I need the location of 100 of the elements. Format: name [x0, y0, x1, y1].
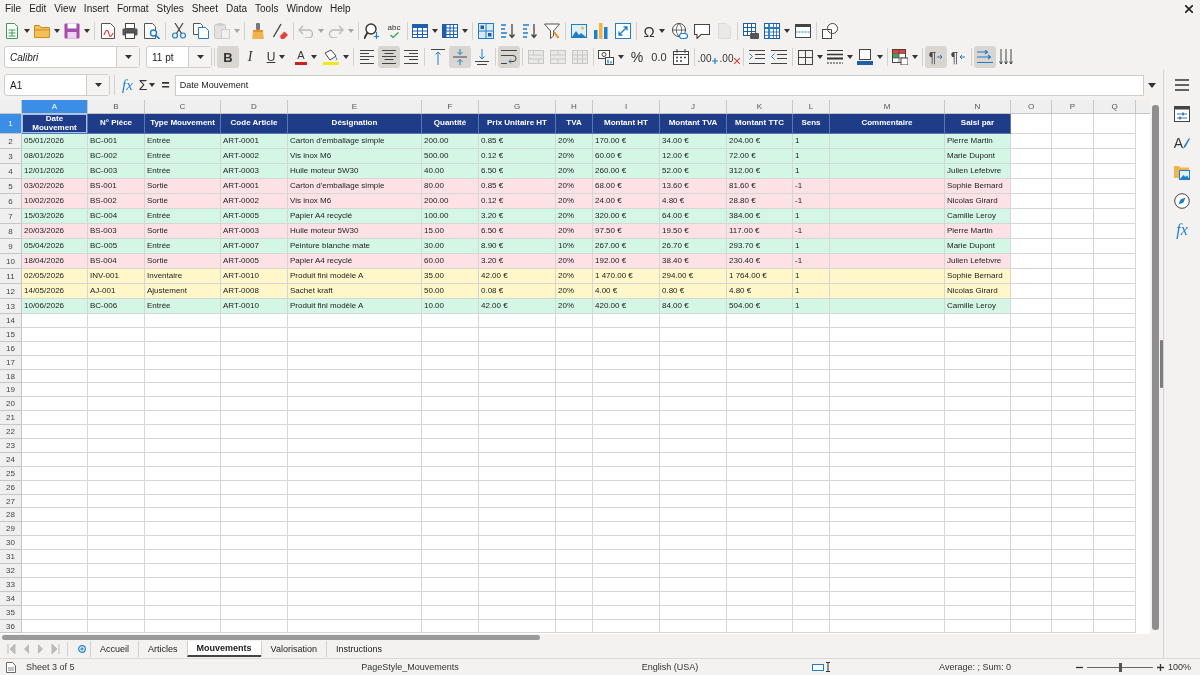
functions-button[interactable]: fx: [1169, 219, 1195, 241]
column-header[interactable]: I: [593, 100, 660, 113]
column-header[interactable]: L: [793, 100, 830, 113]
menu-item[interactable]: View: [50, 1, 80, 17]
column-header[interactable]: K: [727, 100, 793, 113]
underline-button[interactable]: U: [261, 46, 291, 68]
sidebar-handle[interactable]: [1160, 340, 1163, 388]
row-header[interactable]: 10: [0, 254, 22, 269]
sort-button[interactable]: [475, 20, 497, 42]
column-header[interactable]: P: [1052, 100, 1094, 113]
draw-functions-button[interactable]: [819, 20, 841, 42]
text-direction-button[interactable]: [974, 46, 996, 68]
italic-button[interactable]: I: [239, 46, 261, 68]
row-header[interactable]: 2: [0, 134, 22, 149]
page-style[interactable]: PageStyle_Mouvements: [361, 662, 459, 672]
menu-item[interactable]: Insert: [79, 1, 113, 17]
column-header[interactable]: H: [556, 100, 593, 113]
add-decimal-button[interactable]: .00: [697, 46, 719, 68]
special-character-button[interactable]: Ω: [639, 20, 669, 42]
right-to-left-button[interactable]: ¶: [947, 46, 969, 68]
column-header[interactable]: M: [830, 100, 945, 113]
copy-button[interactable]: [190, 20, 212, 42]
font-color-button[interactable]: A: [291, 46, 321, 68]
align-center-button[interactable]: [378, 46, 400, 68]
date-button[interactable]: [670, 46, 692, 68]
sheet-tab[interactable]: Valorisation: [260, 641, 326, 657]
delete-decimal-button[interactable]: .00: [719, 46, 741, 68]
row-header[interactable]: 9: [0, 239, 22, 254]
plus-icon[interactable]: [1157, 663, 1164, 671]
plus-circle-icon[interactable]: [78, 645, 86, 653]
font-name-field[interactable]: Calibri: [4, 46, 140, 68]
scrollbar-thumb[interactable]: [1151, 105, 1159, 630]
row-header[interactable]: 21: [0, 411, 22, 426]
language[interactable]: English (USA): [641, 662, 699, 672]
column-header[interactable]: C: [145, 100, 221, 113]
formula-button[interactable]: =: [158, 75, 173, 95]
spelling-button[interactable]: abc: [383, 20, 405, 42]
hyperlink-button[interactable]: [669, 20, 691, 42]
sheet-tab[interactable]: Articles: [138, 641, 187, 657]
font-size-field[interactable]: 11 pt: [146, 46, 212, 68]
row-header[interactable]: 31: [0, 550, 22, 565]
name-box-field[interactable]: A1: [4, 74, 110, 96]
menu-item[interactable]: Edit: [25, 1, 51, 17]
pivot-table-button[interactable]: [612, 20, 634, 42]
menu-item[interactable]: Sheet: [187, 1, 222, 17]
freeze-button[interactable]: [762, 20, 792, 42]
bold-button[interactable]: B: [217, 46, 239, 68]
row-header[interactable]: 4: [0, 164, 22, 179]
row-header[interactable]: 22: [0, 425, 22, 439]
column-header[interactable]: G: [479, 100, 556, 113]
function-wizard-button[interactable]: fx: [119, 75, 136, 95]
sum-button[interactable]: Σ: [135, 75, 159, 95]
row-header[interactable]: 5: [0, 179, 22, 194]
column-header[interactable]: D: [221, 100, 288, 113]
column-header[interactable]: O: [1011, 100, 1052, 113]
print-area-button[interactable]: [740, 20, 762, 42]
row-header[interactable]: 20: [0, 397, 22, 412]
styles-button[interactable]: A: [1169, 132, 1195, 154]
rectangle-cursor-icon[interactable]: [812, 662, 832, 672]
row-header[interactable]: 6: [0, 194, 22, 209]
percent-button[interactable]: %: [626, 46, 648, 68]
row-header[interactable]: 23: [0, 439, 22, 453]
sheet-tab[interactable]: Instructions: [325, 641, 391, 657]
row-header[interactable]: 12: [0, 284, 22, 299]
formula-input[interactable]: Date Mouvement: [174, 74, 1144, 96]
menu-item[interactable]: Window: [282, 1, 326, 17]
autofilter-button[interactable]: [541, 20, 563, 42]
caret-icon[interactable]: [1148, 82, 1156, 88]
row-header[interactable]: 14: [0, 314, 22, 328]
slider-thumb[interactable]: [1119, 662, 1122, 672]
row-header[interactable]: 29: [0, 522, 22, 537]
row-header[interactable]: 13: [0, 299, 22, 314]
menu-item[interactable]: Styles: [152, 1, 188, 17]
zoom-level[interactable]: 100%: [1168, 662, 1192, 672]
left-to-right-button[interactable]: ¶: [925, 46, 947, 68]
print-preview-button[interactable]: [141, 20, 163, 42]
row-header[interactable]: 3: [0, 149, 22, 164]
sheet-tab[interactable]: Accueil: [90, 641, 138, 657]
column-header[interactable]: E: [288, 100, 422, 113]
row-header[interactable]: 11: [0, 269, 22, 284]
border-color-button[interactable]: [855, 46, 885, 68]
row-header[interactable]: 28: [0, 508, 22, 523]
document-icon[interactable]: [6, 661, 16, 673]
row-header[interactable]: 19: [0, 383, 22, 398]
column-header[interactable]: J: [660, 100, 727, 113]
row-header[interactable]: 32: [0, 564, 22, 578]
row-header[interactable]: 30: [0, 536, 22, 551]
scrollbar-thumb[interactable]: [2, 634, 540, 640]
column-header[interactable]: Q: [1094, 100, 1136, 113]
conditional-button[interactable]: [890, 46, 920, 68]
sheet-tab[interactable]: Mouvements: [186, 641, 261, 657]
menu-item[interactable]: Help: [326, 1, 355, 17]
column-header[interactable]: N: [945, 100, 1011, 113]
wrap-button[interactable]: [498, 46, 520, 68]
column-header[interactable]: B: [88, 100, 145, 113]
menu-item[interactable]: Tools: [251, 1, 283, 17]
close-icon[interactable]: [1185, 5, 1193, 13]
menu-item[interactable]: Data: [221, 1, 252, 17]
menu-item[interactable]: File: [1, 1, 26, 17]
row-header[interactable]: 8: [0, 224, 22, 239]
